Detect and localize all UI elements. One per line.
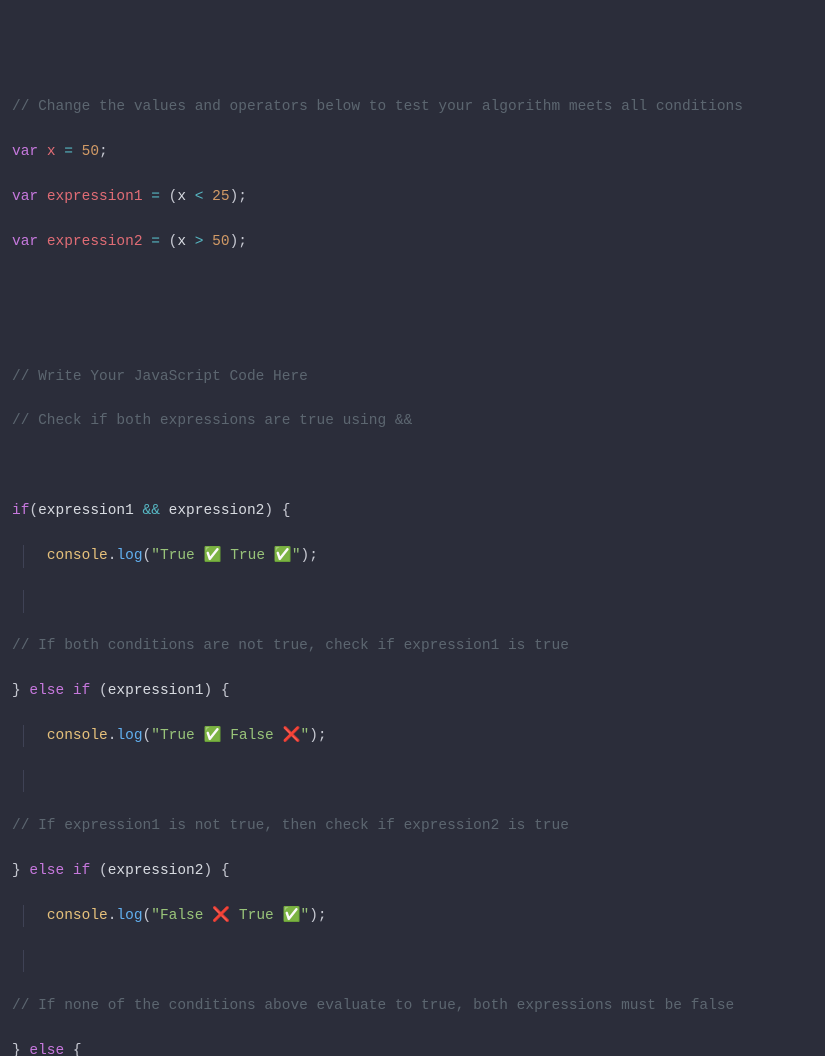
code-line-log: console.log("True ✅ False ❌"); — [12, 725, 813, 747]
code-line-if: if(expression1 && expression2) { — [12, 500, 813, 522]
code-line-comment: // Write Your JavaScript Code Here — [12, 366, 813, 388]
code-line-log: console.log("False ❌ True ✅"); — [12, 905, 813, 927]
check-icon: ✅ — [282, 908, 300, 924]
code-line-elseif: } else if (expression2) { — [12, 860, 813, 882]
code-line-comment: // If both conditions are not true, chec… — [12, 635, 813, 657]
code-line-comment: // If none of the conditions above evalu… — [12, 995, 813, 1017]
code-line-blank — [12, 321, 813, 343]
check-icon: ✅ — [203, 728, 221, 744]
code-line-comment: // Change the values and operators below… — [12, 96, 813, 118]
code-line-blank — [12, 276, 813, 298]
code-line-log: console.log("True ✅ True ✅"); — [12, 545, 813, 567]
x-icon: ❌ — [212, 908, 230, 924]
code-line-blank — [12, 950, 813, 972]
x-icon: ❌ — [282, 728, 300, 744]
code-line-var-exp1: var expression1 = (x < 25); — [12, 186, 813, 208]
code-line-comment: // Check if both expressions are true us… — [12, 410, 813, 432]
code-line-blank — [12, 590, 813, 612]
code-line-var-x: var x = 50; — [12, 141, 813, 163]
code-line-else: } else { — [12, 1040, 813, 1056]
check-icon: ✅ — [203, 548, 221, 564]
code-line-blank — [12, 770, 813, 792]
code-line-elseif: } else if (expression1) { — [12, 680, 813, 702]
check-icon: ✅ — [274, 548, 292, 564]
code-line-blank — [12, 455, 813, 477]
code-line-comment: // If expression1 is not true, then chec… — [12, 815, 813, 837]
code-line-var-exp2: var expression2 = (x > 50); — [12, 231, 813, 253]
